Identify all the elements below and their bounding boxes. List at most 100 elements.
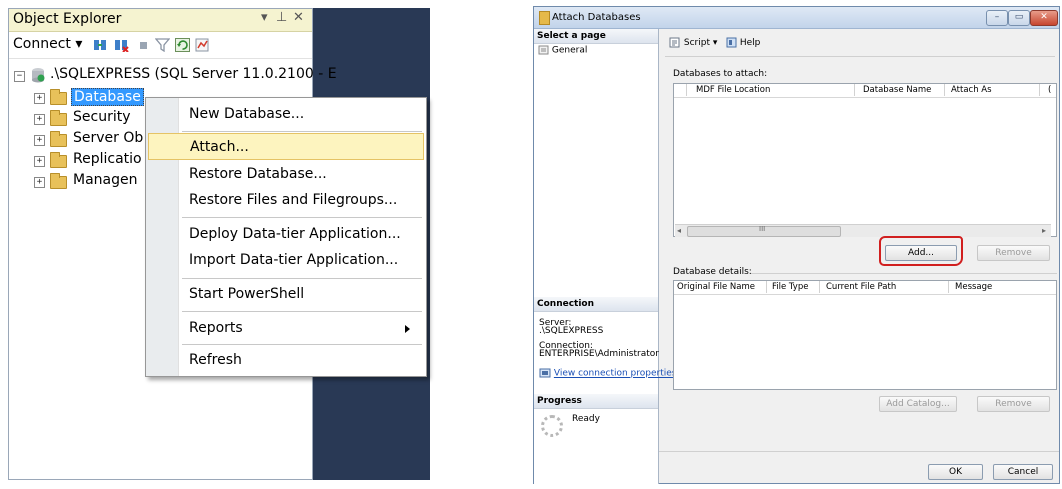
ok-button[interactable]: OK: [928, 464, 983, 480]
database-details-label: Database details:: [673, 267, 752, 277]
expand-icon[interactable]: +: [34, 156, 45, 167]
tree-item-label: Security: [73, 109, 131, 125]
dialog-sidebar: Select a page General Connection Server:…: [534, 29, 676, 484]
refresh-icon[interactable]: [175, 38, 190, 52]
connection-value: ENTERPRISE\Administrator: [539, 349, 659, 359]
column-separator: [1039, 84, 1040, 96]
menu-separator: [182, 344, 422, 345]
cancel-button[interactable]: Cancel: [993, 464, 1053, 480]
view-connection-properties-link[interactable]: View connection properties: [539, 368, 676, 379]
select-page-header: Select a page: [534, 29, 658, 44]
folder-icon: [50, 131, 67, 147]
toolbar-divider: [665, 56, 1055, 57]
expand-icon[interactable]: +: [34, 177, 45, 188]
add-catalog-button[interactable]: Add Catalog...: [879, 396, 957, 412]
column-separator: [854, 84, 855, 96]
folder-icon: [50, 110, 67, 126]
column-separator: [766, 281, 767, 293]
help-icon: [726, 37, 737, 48]
dropdown-icon[interactable]: ▾: [261, 10, 268, 25]
tree-item-label: Replicatio: [73, 151, 142, 167]
help-button[interactable]: Help: [726, 37, 760, 48]
database-icon: [539, 11, 550, 25]
minimize-button[interactable]: –: [986, 10, 1008, 26]
maximize-button[interactable]: ▭: [1008, 10, 1030, 26]
connect-button[interactable]: Connect ▾: [13, 36, 82, 52]
column-header[interactable]: Current File Path: [826, 282, 896, 292]
menu-separator: [182, 311, 422, 312]
progress-header: Progress: [534, 394, 658, 409]
remove-details-button[interactable]: Remove: [977, 396, 1050, 412]
remove-button[interactable]: Remove: [977, 245, 1050, 261]
connect-server-icon[interactable]: [93, 38, 108, 52]
dialog-titlebar: Attach Databases – ▭ ✕: [534, 7, 1059, 29]
menu-item-new-database[interactable]: New Database...: [148, 101, 424, 128]
page-icon: [538, 45, 549, 55]
scroll-right-icon[interactable]: ▸: [1042, 226, 1046, 235]
grid-header: Original File Name File Type Current Fil…: [674, 281, 1056, 295]
server-label: .\SQLEXPRESS (SQL Server 11.0.2100 - E: [50, 66, 337, 82]
column-header[interactable]: Database Name: [863, 85, 931, 95]
expand-icon[interactable]: +: [34, 114, 45, 125]
section-divider: [751, 273, 1057, 274]
context-menu: New Database... Attach... Restore Databa…: [145, 97, 427, 377]
menu-separator: [182, 217, 422, 218]
column-separator: [686, 84, 687, 96]
connection-header: Connection: [534, 297, 658, 312]
column-separator: [948, 281, 949, 293]
folder-icon: [50, 173, 67, 189]
databases-to-attach-label: Databases to attach:: [673, 69, 768, 79]
tree-item-label: Database: [71, 88, 144, 106]
folder-icon: [50, 89, 67, 105]
object-explorer-title: Object Explorer: [13, 11, 122, 27]
menu-separator: [182, 131, 422, 132]
horizontal-scrollbar[interactable]: ◂ III ▸: [675, 224, 1051, 237]
column-header[interactable]: Attach As: [951, 85, 992, 95]
menu-separator: [182, 278, 422, 279]
object-explorer-titlebar: Object Explorer ▾ ⊥ ✕: [9, 9, 312, 32]
page-general[interactable]: General: [538, 45, 587, 56]
close-icon[interactable]: ✕: [293, 10, 304, 25]
progress-status: Ready: [572, 414, 600, 424]
filter-icon[interactable]: [155, 38, 170, 52]
tree-item-label: Managen: [73, 172, 138, 188]
server-value: .\SQLEXPRESS: [539, 326, 604, 336]
menu-item-attach[interactable]: Attach...: [148, 133, 424, 160]
menu-item-refresh[interactable]: Refresh: [148, 347, 424, 374]
column-separator: [819, 281, 820, 293]
folder-icon: [50, 152, 67, 168]
attach-databases-dialog: Attach Databases – ▭ ✕ Select a page Gen…: [533, 6, 1060, 484]
expand-icon[interactable]: +: [34, 93, 45, 104]
menu-item-deploy-data-tier[interactable]: Deploy Data-tier Application...: [148, 221, 424, 248]
script-icon: [669, 37, 680, 48]
collapse-icon[interactable]: −: [14, 71, 25, 82]
annotation-highlight: [879, 236, 963, 266]
databases-to-attach-grid[interactable]: MDF File Location Database Name Attach A…: [673, 83, 1057, 237]
close-button[interactable]: ✕: [1030, 10, 1058, 26]
script-button[interactable]: Script ▾: [669, 37, 717, 48]
database-details-grid[interactable]: Original File Name File Type Current Fil…: [673, 280, 1057, 390]
stop-icon[interactable]: [136, 38, 151, 52]
submenu-arrow-icon: [405, 325, 410, 333]
column-header[interactable]: File Type: [772, 282, 808, 292]
column-header[interactable]: (: [1048, 85, 1051, 95]
menu-item-restore-database[interactable]: Restore Database...: [148, 161, 424, 188]
column-header[interactable]: MDF File Location: [696, 85, 770, 95]
menu-item-reports[interactable]: Reports: [148, 315, 424, 342]
progress-spinner-icon: [541, 415, 563, 437]
column-separator: [944, 84, 945, 96]
pin-icon[interactable]: ⊥: [276, 10, 287, 25]
menu-item-restore-files[interactable]: Restore Files and Filegroups...: [148, 187, 424, 214]
dialog-content: Script ▾ Help Databases to attach: MDF F…: [659, 29, 1059, 484]
disconnect-icon[interactable]: [114, 38, 129, 52]
scroll-left-icon[interactable]: ◂: [677, 226, 681, 235]
column-header[interactable]: Message: [955, 282, 992, 292]
menu-item-start-powershell[interactable]: Start PowerShell: [148, 281, 424, 308]
column-header[interactable]: Original File Name: [677, 282, 755, 292]
activity-monitor-icon[interactable]: [195, 38, 210, 52]
tree-item-label: Server Ob: [73, 130, 144, 146]
expand-icon[interactable]: +: [34, 135, 45, 146]
object-explorer-toolbar: Connect ▾: [9, 32, 312, 59]
connection-properties-icon: [539, 368, 551, 378]
menu-item-import-data-tier[interactable]: Import Data-tier Application...: [148, 247, 424, 274]
